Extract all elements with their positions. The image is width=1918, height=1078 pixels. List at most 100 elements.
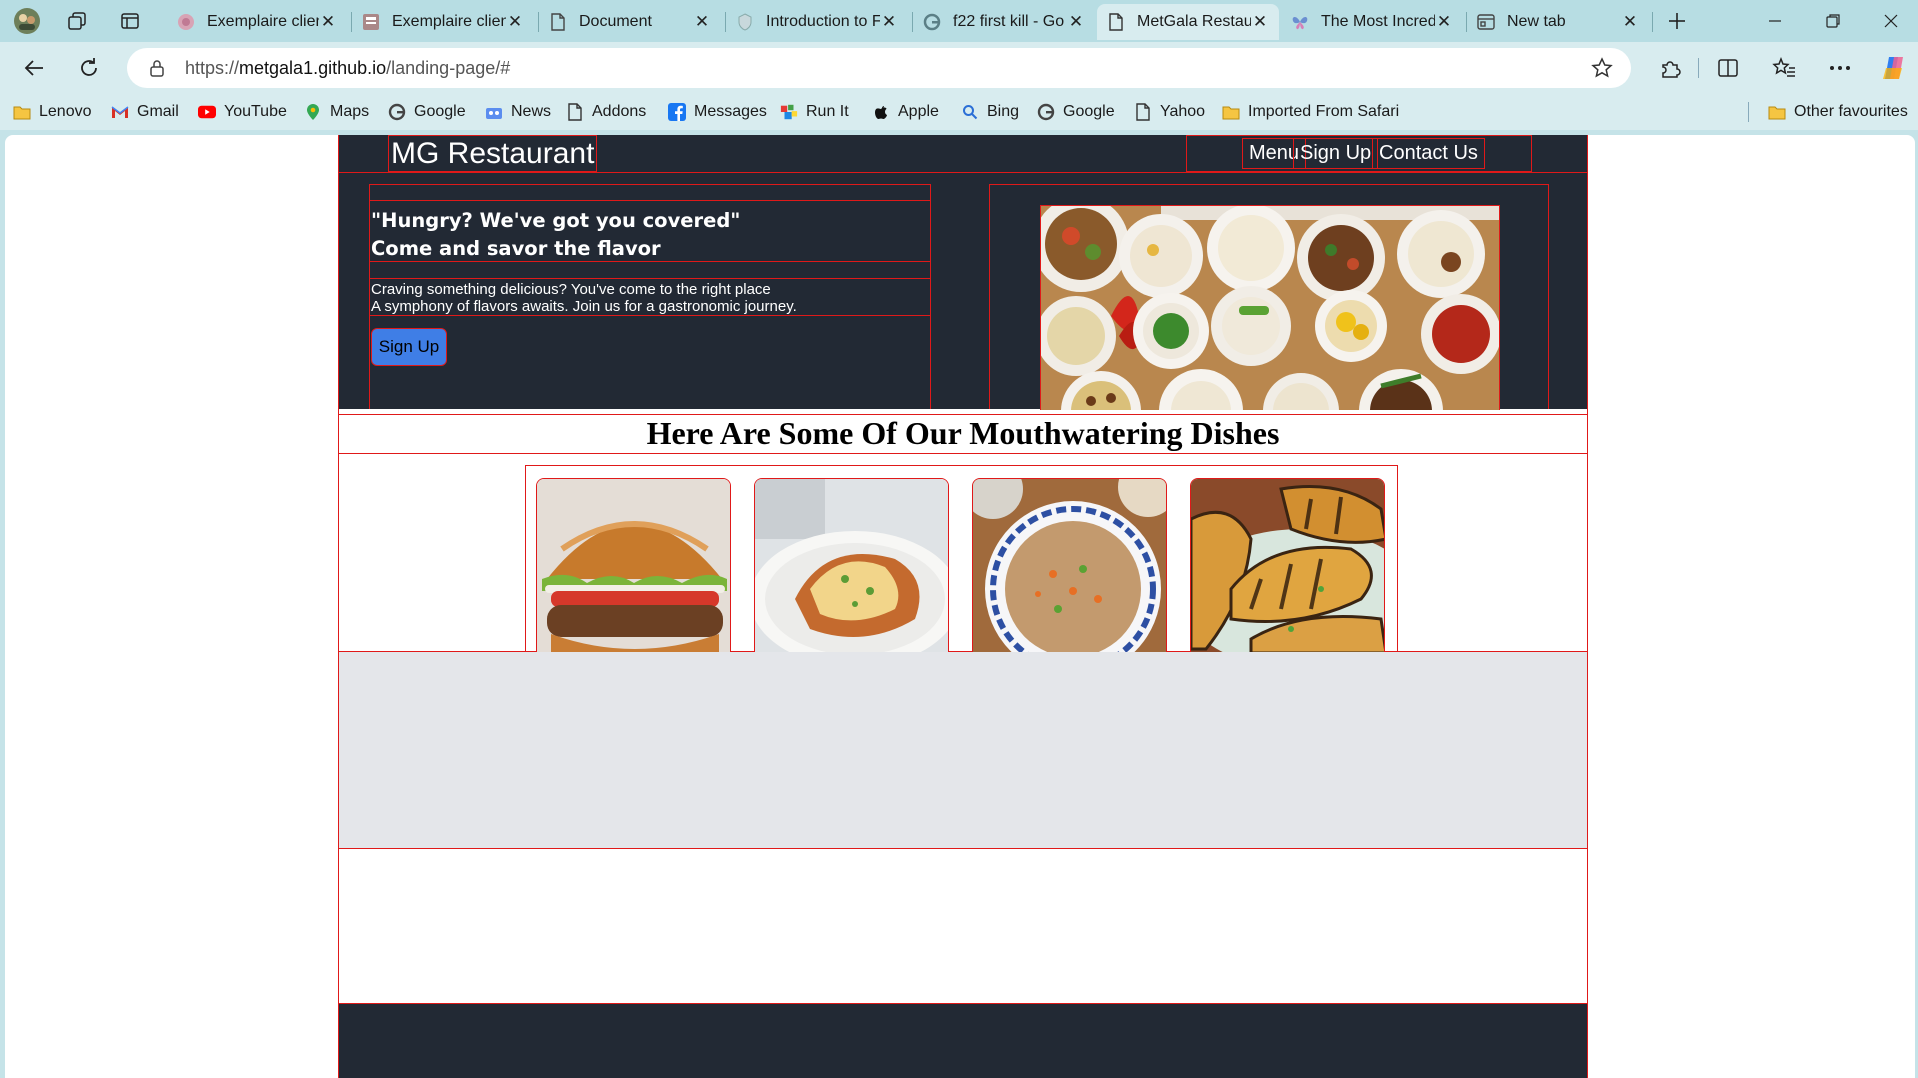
close-icon[interactable]: ✕ [880,12,898,32]
close-icon[interactable]: ✕ [1067,12,1085,32]
bookmark-label: Google [414,103,466,120]
page-icon [566,103,584,121]
dish-burger-image [536,478,731,652]
url-scheme: https:// [185,58,240,78]
bookmark-label: YouTube [224,103,287,120]
bookmark-label: Lenovo [39,103,92,120]
address-bar[interactable]: https://metgala1.github.io/landing-page/… [127,48,1631,88]
tab-new-tab[interactable]: New tab ✕ [1467,4,1649,40]
url-host: metgala1.github.io [239,58,387,78]
toolbar-divider [1698,58,1699,78]
google-icon [923,13,941,31]
tab-metgala-restaurant[interactable]: MetGala Restaura ✕ [1097,4,1279,40]
page-icon [549,13,567,31]
divider [370,200,930,201]
lock-icon[interactable] [147,58,167,78]
divider [370,278,930,279]
reload-icon[interactable] [73,52,105,84]
tab-most-incredible[interactable]: The Most Incredi ✕ [1281,4,1463,40]
close-icon[interactable]: ✕ [319,12,337,32]
site-header: MG Restaurant Menu Sign Up Contact Us [339,135,1587,173]
dishes-gallery [525,465,1398,652]
tab-title: f22 first kill - Go [953,13,1065,30]
blank-content-section [339,849,1587,1004]
bookmark-addons[interactable]: Addons [566,101,646,123]
google-icon [388,103,406,121]
tab-exemplaire-client-2[interactable]: Exemplaire client ✕ [352,4,534,40]
news-icon [485,103,503,121]
bookmark-news[interactable]: News [485,101,551,123]
split-screen-icon[interactable] [1712,52,1744,84]
page-viewport: MG Restaurant Menu Sign Up Contact Us "H… [5,135,1915,1078]
bookmark-run-it[interactable]: Run It [780,101,849,123]
bookmark-google[interactable]: Google [388,101,466,123]
new-tab-plus-icon[interactable] [1662,6,1692,36]
tab-exemplaire-client-1[interactable]: Exemplaire client ✕ [167,4,347,40]
brand-logo-text[interactable]: MG Restaurant [388,135,598,172]
hero-description-line-1: Craving something delicious? You've come… [371,281,771,298]
google-icon [1037,103,1055,121]
tab-title: Exemplaire client [392,13,506,30]
copilot-icon[interactable] [1878,52,1910,84]
hero-headline-line-1: "Hungry? We've got you covered" [371,209,741,232]
nav-sign-up-link[interactable]: Sign Up [1293,138,1379,169]
bookmark-label: Gmail [137,103,179,120]
close-icon[interactable]: ✕ [1435,12,1453,32]
bookmark-maps[interactable]: Maps [304,101,369,123]
site-nav: Menu Sign Up Contact Us [1186,135,1532,172]
dish-fried-rice-image [972,478,1167,652]
workspaces-icon[interactable] [62,6,92,36]
bookmark-imported-from-safari[interactable]: Imported From Safari [1222,101,1399,123]
tab-title: MetGala Restaura [1137,13,1251,30]
close-icon[interactable]: ✕ [506,12,524,32]
folder-icon [1768,103,1786,121]
facebook-icon [668,103,686,121]
window-close-icon[interactable] [1864,0,1918,42]
hero-section: "Hungry? We've got you covered" Come and… [339,173,1587,410]
dish-grilled-sweet-potato-image [1190,478,1385,652]
tab-introduction[interactable]: Introduction to F ✕ [726,4,908,40]
back-arrow-icon[interactable] [18,52,50,84]
bookmark-label: Addons [592,103,647,120]
tab-f22-search[interactable]: f22 first kill - Go ✕ [913,4,1095,40]
extensions-icon[interactable] [1654,52,1686,84]
more-options-icon[interactable] [1824,52,1856,84]
favorites-list-icon[interactable] [1768,52,1800,84]
bookmark-gmail[interactable]: Gmail [111,101,179,123]
bookmark-youtube[interactable]: YouTube [198,101,287,123]
favorite-star-icon[interactable] [1591,57,1613,79]
bookmark-lenovo[interactable]: Lenovo [13,101,92,123]
tab-title: Exemplaire client [207,13,319,30]
bookmark-yahoo[interactable]: Yahoo [1134,101,1205,123]
new-tab-icon [1477,13,1495,31]
bookmark-google-2[interactable]: Google [1037,101,1115,123]
landing-page: MG Restaurant Menu Sign Up Contact Us "H… [338,135,1588,1078]
bookmark-bing[interactable]: Bing [961,101,1019,123]
close-icon[interactable]: ✕ [693,12,711,32]
tab-title: Introduction to F [766,13,880,30]
restore-icon[interactable] [1806,0,1860,42]
hero-sign-up-button[interactable]: Sign Up [371,328,447,366]
favorites-divider [1748,102,1749,122]
nav-contact-us-link[interactable]: Contact Us [1372,138,1485,169]
tab-strip: Exemplaire client ✕ Exemplaire client ✕ … [0,0,1918,42]
vertical-tabs-icon[interactable] [115,6,145,36]
tab-document[interactable]: Document ✕ [539,4,721,40]
hero-description-line-2: A symphony of flavors awaits. Join us fo… [371,298,797,315]
dishes-section [339,455,1587,652]
profile-avatar-icon[interactable] [12,6,42,36]
grey-content-section [339,652,1587,849]
close-icon[interactable]: ✕ [1621,12,1639,32]
close-icon[interactable]: ✕ [1251,12,1269,32]
bookmark-label: Apple [898,103,939,120]
minimize-icon[interactable] [1748,0,1802,42]
hero-headline: "Hungry? We've got you covered" Come and… [371,207,740,263]
url-path: /landing-page/# [386,58,511,78]
bookmark-label: Maps [330,103,370,120]
url-text[interactable]: https://metgala1.github.io/landing-page/… [185,58,510,79]
food-platter-image [1040,205,1500,410]
other-favourites-folder[interactable]: Other favourites [1768,101,1908,123]
bookmark-messages[interactable]: Messages [668,101,767,123]
bookmark-apple[interactable]: Apple [872,101,939,123]
hero-headline-line-2: Come and savor the flavor [371,237,661,260]
